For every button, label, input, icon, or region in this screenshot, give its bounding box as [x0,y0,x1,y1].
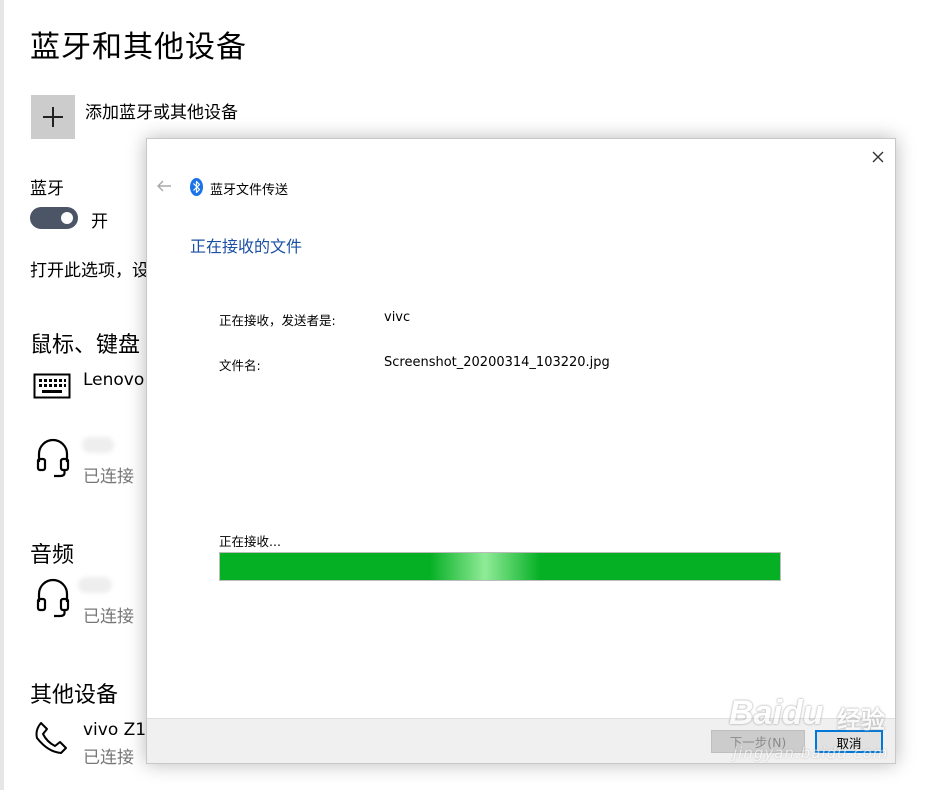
watermark-brand-cn: 经验 [837,706,885,734]
phone-device-name[interactable]: vivo Z1 [83,720,146,740]
back-arrow-icon[interactable] [155,179,173,193]
bluetooth-transfer-dialog: 蓝牙文件传送 正在接收的文件 正在接收，发送者是: vivc 文件名: Scre… [146,138,896,764]
headset-icon [36,578,70,618]
bluetooth-label: 蓝牙 [30,179,64,199]
bluetooth-icon [190,178,203,196]
sender-label: 正在接收，发送者是: [219,313,336,328]
phone-status: 已连接 [83,748,134,768]
keyboard-icon [33,373,71,399]
toggle-knob [61,212,73,224]
bluetooth-toggle[interactable] [30,207,78,229]
progress-bar [219,552,781,581]
sender-value: vivc [384,310,411,325]
section-mouse-keyboard: 鼠标、键盘 [30,333,141,358]
phone-icon [35,722,67,754]
bluetooth-toggle-state: 开 [91,212,108,232]
keyboard-device-name[interactable]: Lenovo [83,370,144,390]
section-other-devices: 其他设备 [30,683,119,708]
dialog-title: 蓝牙文件传送 [210,183,289,198]
baidu-watermark-logo: Baidu 经验 jingyan.baidu.com [725,686,925,772]
close-icon[interactable] [868,147,888,167]
bluetooth-description: 打开此选项，设 [30,261,149,281]
add-device-plus-icon[interactable] [31,95,75,139]
section-audio: 音频 [30,543,75,568]
watermark-url: jingyan.baidu.com [733,744,889,762]
filename-value: Screenshot_20200314_103220.jpg [384,355,610,370]
page-title: 蓝牙和其他设备 [30,30,247,65]
filename-label: 文件名: [219,358,261,373]
watermark-brand: Baidu [729,694,824,732]
dialog-heading: 正在接收的文件 [190,237,303,256]
blurred-device-name [78,577,112,593]
add-device-button[interactable]: 添加蓝牙或其他设备 [85,98,238,123]
headset-icon [36,438,70,478]
progress-shine [430,553,540,580]
headset1-status: 已连接 [83,467,134,487]
progress-label: 正在接收... [219,534,281,549]
blurred-device-name [82,437,114,453]
window-left-edge [0,0,4,790]
headset2-status: 已连接 [83,607,134,627]
